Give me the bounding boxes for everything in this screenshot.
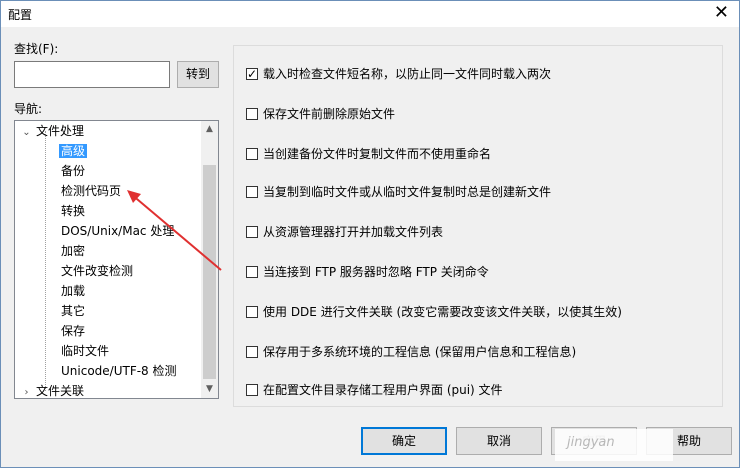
option-label: 当创建备份文件时复制文件而不使用重命名 [263,147,492,161]
watermark-text: jingyan [567,435,615,450]
tree-item-label: 其它 [61,304,86,318]
tree-item[interactable]: 加密 [59,241,87,261]
tree-item-label: 加密 [61,244,86,258]
tree-item[interactable]: 其它 [59,301,87,321]
collapse-icon[interactable]: ⌄ [21,123,32,143]
tree-guide-line [45,131,47,391]
tree-item-label: 文件处理 [36,124,85,138]
tree-item[interactable]: › 文件关联 [21,381,86,398]
expand-icon[interactable]: › [21,383,32,398]
tree-item-label: 加载 [61,284,86,298]
tree-item-label: 检测代码页 [61,184,122,198]
tree-item-label: 备份 [61,164,86,178]
option-label: 当复制到临时文件或从临时文件复制时总是创建新文件 [263,185,552,199]
search-label: 查找(F): [14,42,59,56]
option-label: 保存文件前删除原始文件 [263,107,396,121]
tree-item[interactable]: 加载 [59,281,87,301]
config-dialog: 配置 ✕ 查找(F): 转到 导航: ⌄ 文件处理 高级 备份 检测代码页 转换 DOS/U… [0,0,740,468]
tree-item-label: 文件关联 [36,384,85,398]
tree-item[interactable]: 临时文件 [59,341,111,361]
option-row[interactable]: 当创建备份文件时复制文件而不使用重命名 [246,145,491,163]
tree-item[interactable]: 高级 [59,141,88,161]
option-label: 保存用于多系统环境的工程信息 (保留用户信息和工程信息) [263,345,577,359]
go-button[interactable]: 转到 [177,61,219,88]
option-row[interactable]: 保存用于多系统环境的工程信息 (保留用户信息和工程信息) [246,343,576,361]
window-title: 配置 [8,8,33,22]
option-checkbox[interactable] [246,186,258,198]
option-row[interactable]: 保存文件前删除原始文件 [246,105,395,123]
navigation-label: 导航: [14,102,43,116]
scroll-down-icon[interactable]: ▼ [201,381,218,398]
tree-item[interactable]: Unicode/UTF-8 检测 [59,361,179,381]
option-row[interactable]: 载入时检查文件短名称，以防止同一文件同时载入两次 [246,65,551,83]
option-checkbox[interactable] [246,306,258,318]
tree-item[interactable]: 保存 [59,321,87,341]
tree-item[interactable]: 转换 [59,201,87,221]
option-row[interactable]: 在配置文件目录存储工程用户界面 (pui) 文件 [246,381,503,399]
tree-item[interactable]: 检测代码页 [59,181,123,201]
option-label: 当连接到 FTP 服务器时忽略 FTP 关闭命令 [263,265,489,279]
option-checkbox[interactable] [246,226,258,238]
annotation-arrow-icon [127,190,222,271]
option-checkbox[interactable] [246,65,258,83]
option-checkbox[interactable] [246,108,258,120]
search-input[interactable] [14,61,170,88]
option-label: 在配置文件目录存储工程用户界面 (pui) 文件 [263,383,503,397]
watermark: jingyan [555,429,673,461]
tree-item[interactable]: 备份 [59,161,87,181]
options-panel: 载入时检查文件短名称，以防止同一文件同时载入两次保存文件前删除原始文件当创建备份… [233,45,723,407]
option-row[interactable]: 当复制到临时文件或从临时文件复制时总是创建新文件 [246,183,551,201]
tree-item-label: 转换 [61,204,86,218]
option-checkbox[interactable] [246,384,258,396]
option-label: 使用 DDE 进行文件关联 (改变它需要改变该文件关联，以使其生效) [263,305,622,319]
option-checkbox[interactable] [246,266,258,278]
scroll-up-icon[interactable]: ▲ [201,121,218,138]
option-row[interactable]: 当连接到 FTP 服务器时忽略 FTP 关闭命令 [246,263,489,281]
option-label: 从资源管理器打开并加载文件列表 [263,225,444,239]
option-row[interactable]: 使用 DDE 进行文件关联 (改变它需要改变该文件关联，以使其生效) [246,303,622,321]
option-label: 载入时检查文件短名称，以防止同一文件同时载入两次 [263,67,552,81]
tree-item[interactable]: ⌄ 文件处理 [21,121,86,141]
close-icon[interactable]: ✕ [714,3,729,23]
tree-item-label: Unicode/UTF-8 检测 [61,364,177,378]
title-bar: 配置 ✕ [1,1,739,27]
tree-item-label: 保存 [61,324,86,338]
ok-button[interactable]: 确定 [361,427,447,455]
tree-item-label: 高级 [59,144,88,158]
option-row[interactable]: 从资源管理器打开并加载文件列表 [246,223,443,241]
cancel-button[interactable]: 取消 [456,427,542,455]
option-checkbox[interactable] [246,148,258,160]
option-checkbox[interactable] [246,346,258,358]
tree-item-label: 临时文件 [61,344,110,358]
